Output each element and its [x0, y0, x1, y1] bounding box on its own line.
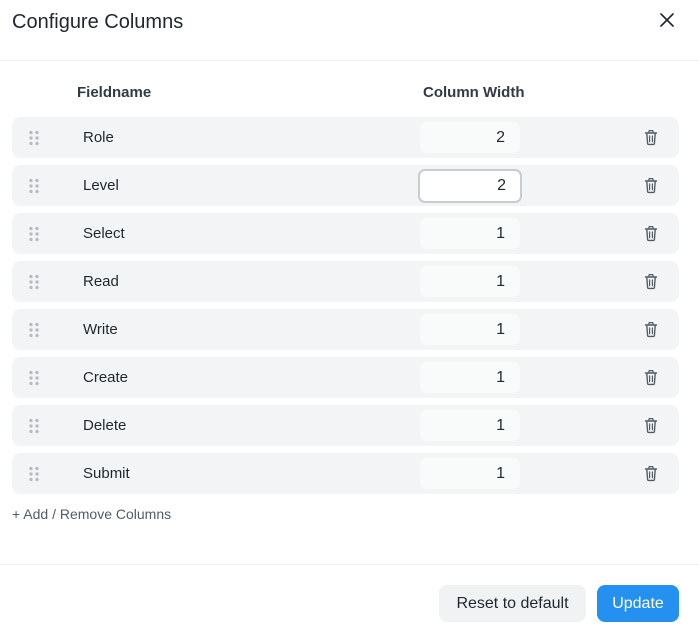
- fieldname-column-header: Fieldname: [77, 84, 152, 101]
- trash-icon: [644, 273, 658, 290]
- drag-handle-icon[interactable]: [28, 130, 40, 146]
- update-button[interactable]: Update: [597, 585, 679, 622]
- drag-handle-icon[interactable]: [28, 226, 40, 242]
- column-row-select: Select: [12, 213, 679, 254]
- delete-row-button[interactable]: [643, 321, 659, 338]
- delete-row-button[interactable]: [643, 129, 659, 146]
- column-row-role: Role: [12, 117, 679, 158]
- trash-icon: [644, 465, 658, 482]
- column-width-input[interactable]: [420, 458, 520, 489]
- close-button[interactable]: [656, 9, 678, 31]
- trash-icon: [644, 321, 658, 338]
- configure-columns-dialog: Configure Columns Fieldname Column Width…: [0, 0, 699, 635]
- delete-row-button[interactable]: [643, 369, 659, 386]
- fieldname-label: Read: [83, 273, 119, 290]
- drag-handle-icon[interactable]: [28, 274, 40, 290]
- fieldname-label: Submit: [83, 465, 130, 482]
- trash-icon: [644, 225, 658, 242]
- column-width-input[interactable]: [420, 314, 520, 345]
- column-width-header: Column Width: [423, 84, 525, 101]
- dialog-title: Configure Columns: [12, 11, 184, 33]
- column-row-level: Level: [12, 165, 679, 206]
- delete-row-button[interactable]: [643, 273, 659, 290]
- column-width-input[interactable]: [420, 362, 520, 393]
- fieldname-label: Role: [83, 129, 114, 146]
- columns-list: Role Level Select Read Write Create Dele…: [12, 117, 679, 501]
- drag-handle-icon[interactable]: [28, 322, 40, 338]
- trash-icon: [644, 177, 658, 194]
- trash-icon: [644, 417, 658, 434]
- dialog-footer: Reset to default Update: [0, 564, 699, 635]
- column-row-create: Create: [12, 357, 679, 398]
- reset-to-default-button[interactable]: Reset to default: [439, 585, 586, 622]
- column-width-input[interactable]: [420, 410, 520, 441]
- column-width-input[interactable]: [420, 218, 520, 249]
- column-width-input[interactable]: [420, 122, 520, 153]
- column-row-delete: Delete: [12, 405, 679, 446]
- fieldname-label: Delete: [83, 417, 127, 434]
- dialog-header: Configure Columns: [0, 0, 699, 61]
- delete-row-button[interactable]: [643, 177, 659, 194]
- add-remove-columns-link[interactable]: + Add / Remove Columns: [12, 505, 171, 523]
- drag-handle-icon[interactable]: [28, 466, 40, 482]
- drag-handle-icon[interactable]: [28, 178, 40, 194]
- delete-row-button[interactable]: [643, 417, 659, 434]
- column-width-input[interactable]: [418, 169, 522, 203]
- delete-row-button[interactable]: [643, 465, 659, 482]
- column-row-write: Write: [12, 309, 679, 350]
- fieldname-label: Create: [83, 369, 129, 386]
- column-width-input[interactable]: [420, 266, 520, 297]
- delete-row-button[interactable]: [643, 225, 659, 242]
- drag-handle-icon[interactable]: [28, 418, 40, 434]
- fieldname-label: Level: [83, 177, 119, 194]
- column-row-submit: Submit: [12, 453, 679, 494]
- fieldname-label: Write: [83, 321, 118, 338]
- trash-icon: [644, 369, 658, 386]
- column-row-read: Read: [12, 261, 679, 302]
- trash-icon: [644, 129, 658, 146]
- fieldname-label: Select: [83, 225, 125, 242]
- drag-handle-icon[interactable]: [28, 370, 40, 386]
- close-icon: [660, 13, 674, 27]
